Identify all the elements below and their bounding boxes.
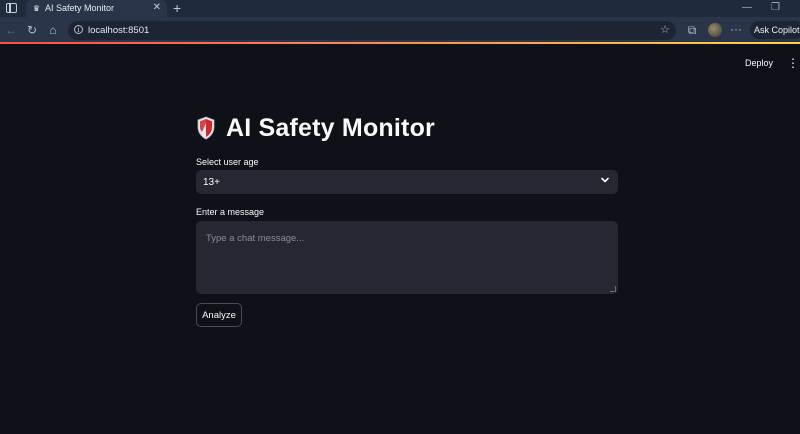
url-text[interactable]: localhost:8501	[88, 25, 149, 36]
window-menu-icon[interactable]	[6, 3, 17, 13]
tab-close-icon[interactable]: ✕	[153, 2, 161, 14]
minimize-button[interactable]: —	[742, 1, 752, 15]
analyze-button[interactable]: Analyze	[196, 303, 242, 327]
refresh-icon[interactable]: ↻	[25, 23, 39, 37]
message-input-label: Enter a message	[196, 207, 265, 217]
star-icon[interactable]: ☆	[660, 23, 670, 36]
restore-button[interactable]: ❐	[771, 1, 780, 15]
message-placeholder: Type a chat message...	[206, 233, 305, 244]
home-icon[interactable]: ⌂	[46, 23, 60, 37]
resize-handle[interactable]	[610, 286, 616, 292]
new-tab-button[interactable]: +	[173, 0, 181, 16]
page-title: AI Safety Monitor	[226, 113, 435, 142]
browser-tab[interactable]: ♛ AI Safety Monitor ✕	[26, 0, 167, 17]
streamlit-decoration-bar	[0, 42, 800, 44]
extensions-icon[interactable]: ⧉	[685, 23, 699, 37]
browser-tab-bar: ♛ AI Safety Monitor ✕ + — ❐	[0, 0, 800, 17]
tab-favicon-icon: ♛	[32, 4, 41, 13]
ask-copilot-button[interactable]: Ask Copilot	[750, 21, 800, 39]
chevron-down-icon	[601, 177, 609, 183]
main-menu-icon[interactable]: ⋮	[787, 57, 799, 69]
shield-icon	[197, 116, 215, 140]
settings-more-icon[interactable]: ···	[729, 22, 743, 36]
age-select-value: 13+	[203, 177, 220, 188]
tab-title: AI Safety Monitor	[45, 3, 115, 13]
back-arrow-icon[interactable]: ←	[4, 23, 18, 37]
age-select-label: Select user age	[196, 157, 259, 167]
deploy-button[interactable]: Deploy	[745, 58, 773, 68]
age-select[interactable]: 13+	[196, 170, 618, 194]
title-row: AI Safety Monitor	[196, 110, 435, 146]
info-icon[interactable]: i	[74, 25, 83, 34]
profile-avatar[interactable]	[708, 23, 722, 37]
address-bar[interactable]: i localhost:8501 ☆	[68, 21, 676, 40]
message-textarea[interactable]: Type a chat message...	[196, 221, 618, 294]
